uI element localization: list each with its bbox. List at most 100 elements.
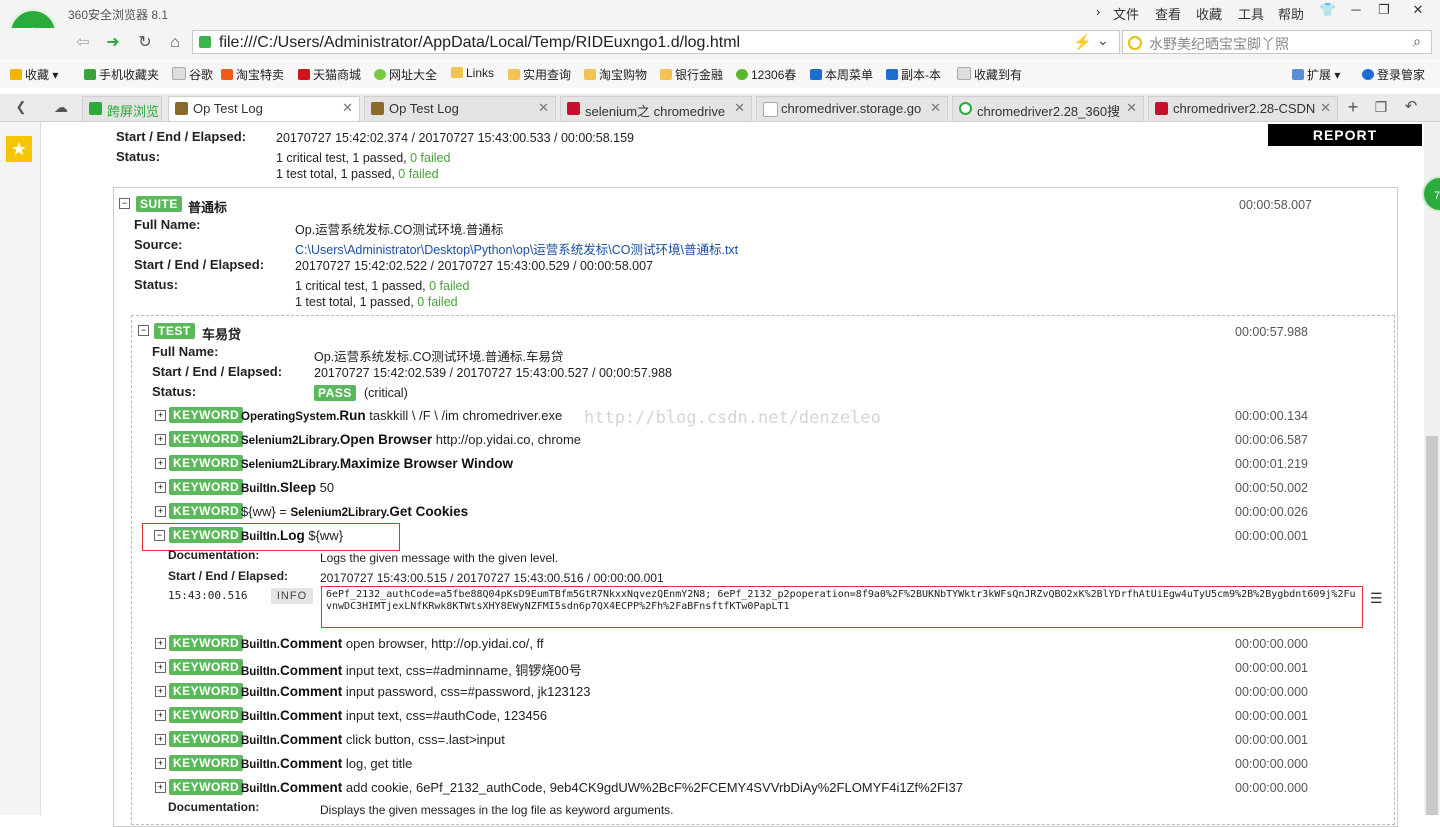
- restore-button[interactable]: ❐: [1370, 2, 1398, 20]
- menu-help[interactable]: 帮助: [1278, 4, 1304, 23]
- close-tab-icon[interactable]: ✕: [1126, 100, 1137, 116]
- suite-name[interactable]: 普通标: [188, 197, 227, 216]
- tab-op-test-log-active[interactable]: Op Test Log ✕: [168, 96, 360, 121]
- cloud-icon[interactable]: ☁: [48, 96, 74, 118]
- extensions-button[interactable]: 扩展 ▾: [1292, 66, 1340, 83]
- keyword-arg-link[interactable]: http://op.yidai.co/: [431, 636, 529, 651]
- left-sidebar: ★: [0, 122, 41, 815]
- bookmark-item[interactable]: 网址大全: [374, 66, 437, 83]
- keyword-elapsed: 00:00:00.000: [1235, 757, 1308, 771]
- tab-chromedriver-360-search[interactable]: chromedriver2.28_360搜 ✕: [952, 96, 1144, 121]
- search-icon[interactable]: ⌕: [1413, 33, 1421, 50]
- bookmark-favorites[interactable]: 收藏 ▾: [10, 66, 58, 83]
- keyword-expand-toggle[interactable]: +: [155, 410, 166, 421]
- chevron-down-icon[interactable]: ⌄: [1097, 32, 1109, 49]
- log-keyword-title[interactable]: BuiltIn.Log ${ww}: [241, 528, 343, 550]
- keyword-title[interactable]: BuiltIn.Comment click button, css=.last>…: [241, 732, 505, 754]
- keyword-expand-toggle[interactable]: +: [155, 710, 166, 721]
- menu-chevron-icon[interactable]: ›: [1096, 4, 1100, 19]
- bookmark-item[interactable]: 12306春: [736, 66, 796, 83]
- scrollbar-thumb[interactable]: [1426, 436, 1438, 815]
- keyword-expand-toggle[interactable]: +: [155, 686, 166, 697]
- minimize-button[interactable]: ─: [1342, 2, 1370, 20]
- forward-arrow-icon[interactable]: ➜: [100, 32, 126, 54]
- keyword-title[interactable]: BuiltIn.Comment input password, css=#pas…: [241, 684, 590, 706]
- lightning-icon[interactable]: ⚡: [1073, 33, 1092, 51]
- bookmark-item[interactable]: 手机收藏夹: [84, 66, 159, 83]
- keyword-title[interactable]: BuiltIn.Comment input text, css=#adminna…: [241, 660, 582, 682]
- tab-list-icon[interactable]: ❐: [1368, 96, 1394, 118]
- menu-view[interactable]: 查看: [1155, 4, 1181, 23]
- keyword-expand-toggle[interactable]: +: [155, 662, 166, 673]
- copy-icon: [886, 69, 898, 80]
- tab-bar: ❮ ☁ 跨屏浏览 Op Test Log ✕ Op Test Log ✕ selen…: [0, 94, 1440, 122]
- test-name[interactable]: 车易贷: [202, 324, 241, 343]
- keyword-arg-link[interactable]: http://op.yidai.co: [436, 432, 531, 447]
- refresh-icon[interactable]: ↻: [132, 32, 158, 54]
- keyword-title[interactable]: Selenium2Library.Open Browser http://op.…: [241, 432, 581, 454]
- bookmark-item[interactable]: 收藏到有: [957, 66, 1022, 83]
- new-tab-icon[interactable]: +: [1340, 96, 1366, 118]
- menu-tools[interactable]: 工具: [1238, 4, 1264, 23]
- keyword-expand-toggle[interactable]: +: [155, 734, 166, 745]
- home-icon[interactable]: ⌂: [162, 32, 188, 54]
- tab-op-test-log[interactable]: Op Test Log ✕: [364, 96, 556, 121]
- url-text[interactable]: file:///C:/Users/Administrator/AppData/L…: [219, 34, 740, 52]
- search-box[interactable]: 水野美纪晒宝宝脚丫照 ⌕: [1122, 30, 1432, 54]
- tab-cross-screen[interactable]: 跨屏浏览: [82, 96, 162, 121]
- keyword-expand-toggle[interactable]: +: [155, 482, 166, 493]
- tab-chromedriver-csdn[interactable]: chromedriver2.28-CSDN ✕: [1148, 96, 1338, 121]
- keyword-title[interactable]: BuiltIn.Comment open browser, http://op.…: [241, 636, 544, 658]
- close-window-button[interactable]: ✕: [1404, 2, 1432, 20]
- login-manager-button[interactable]: 登录管家: [1362, 66, 1425, 83]
- bookmark-item[interactable]: 银行金融: [660, 66, 723, 83]
- test-collapse-toggle[interactable]: −: [138, 325, 149, 336]
- bookmark-item[interactable]: 实用查询: [508, 66, 571, 83]
- tmall-icon: [298, 69, 310, 80]
- report-link-button[interactable]: REPORT: [1268, 124, 1422, 146]
- close-tab-icon[interactable]: ✕: [342, 100, 353, 116]
- undo-close-icon[interactable]: ↶: [1398, 96, 1424, 118]
- close-tab-icon[interactable]: ✕: [1320, 100, 1331, 116]
- bookmark-item[interactable]: 副本-本: [886, 66, 941, 83]
- robot-icon: [371, 102, 384, 115]
- close-tab-icon[interactable]: ✕: [930, 100, 941, 116]
- keyword-expand-toggle[interactable]: +: [155, 458, 166, 469]
- log-keyword-collapse-toggle[interactable]: −: [154, 530, 165, 541]
- keyword-expand-toggle[interactable]: +: [155, 758, 166, 769]
- keyword-title[interactable]: OperatingSystem.Run taskkill \ /F \ /im …: [241, 408, 562, 430]
- suite-collapse-toggle[interactable]: −: [119, 198, 130, 209]
- keyword-title[interactable]: BuiltIn.Sleep 50: [241, 480, 334, 502]
- search-input[interactable]: 水野美纪晒宝宝脚丫照: [1149, 34, 1289, 54]
- keyword-expand-toggle[interactable]: +: [155, 782, 166, 793]
- bookmark-item[interactable]: 淘宝购物: [584, 66, 647, 83]
- bookmark-item[interactable]: 淘宝特卖: [221, 66, 284, 83]
- keyword-tag: KEYWORD: [169, 479, 244, 495]
- keyword-expand-toggle[interactable]: +: [155, 638, 166, 649]
- keyword-title[interactable]: Selenium2Library.Maximize Browser Window: [241, 456, 513, 478]
- bookmark-item[interactable]: 谷歌: [172, 66, 213, 83]
- tab-chromedriver-storage[interactable]: chromedriver.storage.go ✕: [756, 96, 948, 121]
- keyword-title[interactable]: BuiltIn.Comment add cookie, 6ePf_2132_au…: [241, 780, 963, 802]
- bookmark-item[interactable]: 天猫商城: [298, 66, 361, 83]
- favorites-star-icon[interactable]: ★: [6, 136, 32, 162]
- close-tab-icon[interactable]: ✕: [538, 100, 549, 116]
- suite-source-link[interactable]: C:\Users\Administrator\Desktop\Python\op…: [295, 239, 738, 258]
- menu-favorites[interactable]: 收藏: [1196, 4, 1222, 23]
- keyword-title[interactable]: BuiltIn.Comment log, get title: [241, 756, 412, 778]
- tab-scroll-left-icon[interactable]: ❮: [8, 96, 34, 118]
- keyword-expand-toggle[interactable]: +: [155, 506, 166, 517]
- close-tab-icon[interactable]: ✕: [734, 100, 745, 116]
- search-engine-icon[interactable]: [1128, 36, 1142, 50]
- keyword-title[interactable]: BuiltIn.Comment input text, css=#authCod…: [241, 708, 547, 730]
- keyword-expand-toggle[interactable]: +: [155, 434, 166, 445]
- back-arrow-icon[interactable]: ⇦: [70, 32, 96, 54]
- address-bar[interactable]: file:///C:/Users/Administrator/AppData/L…: [192, 30, 1120, 54]
- bookmark-item[interactable]: 本周菜单: [810, 66, 873, 83]
- menu-file[interactable]: 文件: [1113, 4, 1139, 23]
- keyword-tag: KEYWORD: [169, 683, 244, 699]
- bookmark-item[interactable]: Links: [451, 66, 494, 80]
- expand-message-icon[interactable]: ☰: [1370, 590, 1383, 607]
- tab-selenium-chromedriver[interactable]: selenium之 chromedrive ✕: [560, 96, 752, 121]
- skin-icon[interactable]: 👕: [1314, 2, 1342, 20]
